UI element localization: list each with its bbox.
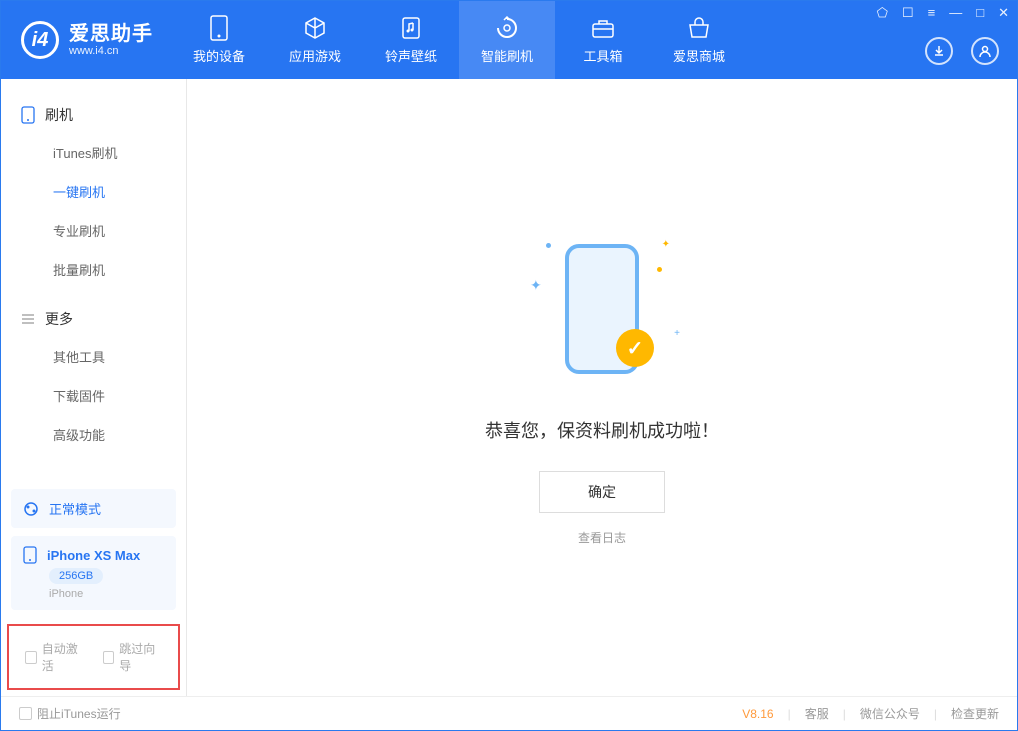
user-icon[interactable]: [971, 37, 999, 65]
cube-icon: [302, 15, 328, 41]
version-label: V8.16: [742, 707, 773, 721]
device-name: iPhone XS Max: [47, 548, 140, 563]
app-url: www.i4.cn: [69, 45, 153, 57]
sidebar-item-firmware[interactable]: 下载固件: [1, 376, 186, 415]
success-illustration: ✦ ✦ + ✓: [522, 229, 682, 389]
nav-tab-ringtones[interactable]: 铃声壁纸: [363, 1, 459, 79]
nav-label: 爱思商城: [673, 46, 725, 65]
sidebar-item-batch[interactable]: 批量刷机: [1, 250, 186, 289]
checkbox-highlight-box: 自动激活 跳过向导: [7, 624, 180, 690]
phone-icon: [21, 106, 35, 124]
device-box[interactable]: iPhone XS Max 256GB iPhone: [11, 536, 176, 610]
mode-icon: [23, 501, 39, 517]
section-title: 更多: [45, 309, 73, 329]
checkbox-icon: [103, 651, 115, 664]
header-actions: [925, 37, 999, 65]
toolbox-icon: [590, 15, 616, 41]
checkbox-block-itunes[interactable]: 阻止iTunes运行: [19, 705, 121, 722]
sidebar-header: 更多: [1, 301, 186, 337]
main-content: ✦ ✦ + ✓ 恭喜您，保资料刷机成功啦！ 确定 查看日志: [187, 79, 1017, 696]
download-icon[interactable]: [925, 37, 953, 65]
shirt-icon[interactable]: ⬠: [877, 5, 888, 21]
menu-icon[interactable]: ≡: [928, 5, 936, 21]
checkbox-label: 阻止iTunes运行: [37, 705, 121, 722]
device-icon: [206, 15, 232, 41]
nav-label: 我的设备: [193, 46, 245, 65]
footer-link-update[interactable]: 检查更新: [951, 705, 999, 722]
nav-label: 工具箱: [583, 46, 622, 65]
nav-tabs: 我的设备 应用游戏 铃声壁纸 智能刷机 工具箱 爱思商城: [171, 1, 747, 79]
separator: |: [843, 707, 846, 721]
nav-label: 铃声壁纸: [385, 46, 437, 65]
nav-tab-flash[interactable]: 智能刷机: [459, 1, 555, 79]
nav-tab-apps[interactable]: 应用游戏: [267, 1, 363, 79]
music-icon: [398, 15, 424, 41]
mode-box[interactable]: 正常模式: [11, 489, 176, 528]
nav-tab-device[interactable]: 我的设备: [171, 1, 267, 79]
footer: 阻止iTunes运行 V8.16 | 客服 | 微信公众号 | 检查更新: [1, 696, 1017, 730]
app-title: 爱思助手: [69, 23, 153, 45]
checkmark-badge-icon: ✓: [616, 329, 654, 367]
footer-link-service[interactable]: 客服: [805, 705, 829, 722]
checkbox-icon: [19, 707, 32, 720]
minimize-button[interactable]: —: [949, 5, 962, 21]
footer-link-wechat[interactable]: 微信公众号: [860, 705, 920, 722]
checkbox-auto-activate[interactable]: 自动激活: [25, 640, 85, 674]
dot-icon: [546, 243, 551, 248]
shop-icon: [686, 15, 712, 41]
logo-icon: i4: [21, 21, 59, 59]
nav-label: 应用游戏: [289, 46, 341, 65]
ok-button[interactable]: 确定: [539, 471, 665, 513]
logo-block: i4 爱思助手 www.i4.cn: [1, 21, 171, 59]
view-log-link[interactable]: 查看日志: [578, 529, 626, 546]
sidebar-item-oneclick[interactable]: 一键刷机: [1, 172, 186, 211]
dot-icon: [657, 267, 662, 272]
device-type: iPhone: [49, 588, 83, 600]
sidebar-item-advanced[interactable]: 高级功能: [1, 415, 186, 454]
checkbox-label: 跳过向导: [119, 640, 162, 674]
mode-label: 正常模式: [49, 499, 101, 518]
sidebar-item-other[interactable]: 其他工具: [1, 337, 186, 376]
sparkle-icon: ✦: [530, 277, 542, 294]
sidebar-item-itunes[interactable]: iTunes刷机: [1, 133, 186, 172]
capacity-badge: 256GB: [49, 568, 103, 584]
sidebar-header: 刷机: [1, 97, 186, 133]
nav-label: 智能刷机: [481, 46, 533, 65]
section-title: 刷机: [45, 105, 73, 125]
checkbox-skip-guide[interactable]: 跳过向导: [103, 640, 163, 674]
checkbox-icon: [25, 651, 37, 664]
success-message: 恭喜您，保资料刷机成功啦！: [485, 417, 719, 443]
nav-tab-tools[interactable]: 工具箱: [555, 1, 651, 79]
sidebar: 刷机 iTunes刷机 一键刷机 专业刷机 批量刷机 更多 其他工具 下载固件 …: [1, 79, 187, 696]
sidebar-section-more: 更多 其他工具 下载固件 高级功能: [1, 301, 186, 454]
sparkle-icon: ✦: [662, 239, 670, 250]
nav-tab-shop[interactable]: 爱思商城: [651, 1, 747, 79]
separator: |: [788, 707, 791, 721]
sidebar-item-pro[interactable]: 专业刷机: [1, 211, 186, 250]
refresh-icon: [494, 15, 520, 41]
app-header: i4 爱思助手 www.i4.cn 我的设备 应用游戏 铃声壁纸 智能刷机 工具…: [1, 1, 1017, 79]
separator: |: [934, 707, 937, 721]
sidebar-section-flash: 刷机 iTunes刷机 一键刷机 专业刷机 批量刷机: [1, 97, 186, 289]
sparkle-icon: +: [674, 328, 680, 339]
lock-icon[interactable]: ☐: [902, 5, 914, 21]
window-controls: ⬠ ☐ ≡ — □ ✕: [877, 5, 1009, 21]
phone-icon: [23, 546, 37, 564]
checkbox-label: 自动激活: [42, 640, 85, 674]
close-button[interactable]: ✕: [998, 5, 1009, 21]
maximize-button[interactable]: □: [976, 5, 984, 21]
menu-icon: [21, 312, 35, 326]
